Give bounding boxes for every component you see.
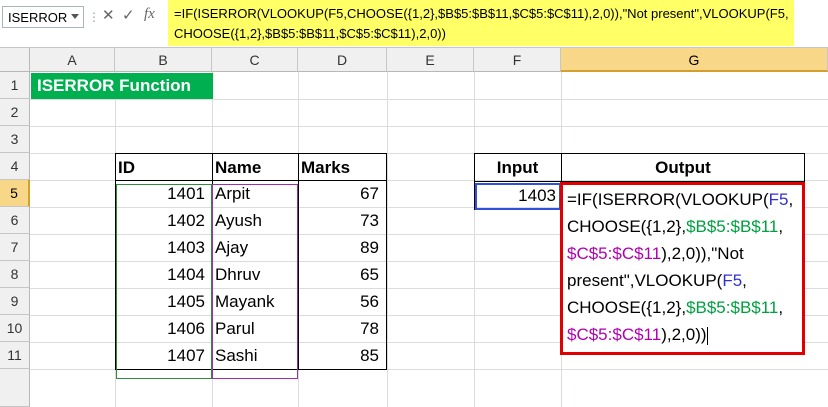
row-header-4[interactable]: 4 [0,153,30,180]
header-marks[interactable]: Marks [301,154,385,181]
output-formula-text: =IF(ISERROR(VLOOKUP(F5, CHOOSE({1,2},$B$… [567,190,793,344]
cell-marks[interactable]: 78 [298,315,383,342]
formula-segment: F5 [768,190,789,209]
title-cell[interactable]: ISERROR Function [31,73,213,99]
cell-id[interactable]: 1405 [115,288,209,315]
cell-id[interactable]: 1404 [115,261,209,288]
formula-segment: , [778,217,784,236]
column-header-a[interactable]: A [30,48,115,72]
formula-segment: F5 [722,271,743,290]
row-header-5[interactable]: 5 [0,180,30,207]
formula-line-1: =IF(ISERROR(VLOOKUP(F5,CHOOSE({1,2},$B$5… [174,6,789,21]
row-header-3[interactable]: 3 [0,126,30,153]
formula-segment: $C$5:$C$11 [567,244,662,263]
formula-segment: $C$5:$C$11 [567,325,662,344]
input-header[interactable]: Input [474,154,561,181]
cell-marks[interactable]: 56 [298,288,383,315]
formula-buttons: ✕ ✓ fx [96,4,166,30]
table-col-line [212,153,213,370]
grid-line [30,99,828,100]
cell-marks[interactable]: 65 [298,261,383,288]
cell-marks[interactable]: 85 [298,342,383,369]
column-header-b[interactable]: B [115,48,212,72]
formula-input[interactable]: =IF(ISERROR(VLOOKUP(F5,CHOOSE({1,2},$B$5… [168,0,794,46]
column-header-g[interactable]: G [561,48,828,72]
enter-icon[interactable]: ✓ [122,6,135,24]
formula-segment: , [788,190,794,209]
formula-line-2: CHOOSE({1,2},$B$5:$B$11,$C$5:$C$11),2,0)… [174,26,446,41]
grid-line [30,126,828,127]
cell-name[interactable]: Parul [215,315,297,342]
formula-segment: , [778,298,784,317]
header-name[interactable]: Name [215,154,297,181]
header-id[interactable]: ID [118,154,210,181]
column-header-c[interactable]: C [212,48,298,72]
cell-marks[interactable]: 73 [298,207,383,234]
select-all-corner[interactable] [0,48,30,72]
cell-id[interactable]: 1402 [115,207,209,234]
formula-segment: , [742,271,747,290]
row-header-2[interactable]: 2 [0,99,30,126]
cell-name[interactable]: Ajay [215,234,297,261]
row-header-12[interactable] [0,369,30,407]
formula-segment: ),2,0)) [661,325,707,344]
name-box[interactable]: ISERROR [2,6,84,28]
cell-id[interactable]: 1401 [115,180,209,207]
grid-line [387,72,388,407]
cell-name[interactable]: Ayush [215,207,297,234]
cell-name[interactable]: Mayank [215,288,297,315]
formula-segment: =IF(ISERROR( [567,190,681,209]
output-header[interactable]: Output [561,154,805,181]
cell-marks[interactable]: 89 [298,234,383,261]
formula-segment: VLOOKUP( [680,190,769,209]
cell-id[interactable]: 1406 [115,315,209,342]
text-cursor [706,326,708,345]
function-icon[interactable]: fx [144,6,155,23]
cancel-icon[interactable]: ✕ [102,6,115,24]
formula-segment: $B$5:$B$11 [686,217,779,236]
output-cell-editing[interactable]: =IF(ISERROR(VLOOKUP(F5, CHOOSE({1,2},$B$… [560,182,805,355]
row-header-10[interactable]: 10 [0,315,30,342]
name-box-value: ISERROR [8,10,68,25]
cell-marks[interactable]: 67 [298,180,383,207]
formula-segment: $B$5:$B$11 [686,298,779,317]
cell-id[interactable]: 1403 [115,234,209,261]
grid-line [474,72,475,407]
column-header-d[interactable]: D [298,48,387,72]
input-cell[interactable]: 1403 [474,182,560,209]
row-header-11[interactable]: 11 [0,342,30,369]
column-header-e[interactable]: E [387,48,474,72]
cell-name[interactable]: Dhruv [215,261,297,288]
formula-segment: CHOOSE({1,2}, [567,298,687,317]
chevron-down-icon[interactable] [71,14,79,19]
row-header-7[interactable]: 7 [0,234,30,261]
cell-name[interactable]: Arpit [215,180,297,207]
cell-id[interactable]: 1407 [115,342,209,369]
column-header-f[interactable]: F [474,48,561,72]
row-header-8[interactable]: 8 [0,261,30,288]
row-header-1[interactable]: 1 [0,72,30,99]
row-header-6[interactable]: 6 [0,207,30,234]
cell-name[interactable]: Sashi [215,342,297,369]
row-header-9[interactable]: 9 [0,288,30,315]
formula-segment: CHOOSE({1,2}, [567,217,687,236]
